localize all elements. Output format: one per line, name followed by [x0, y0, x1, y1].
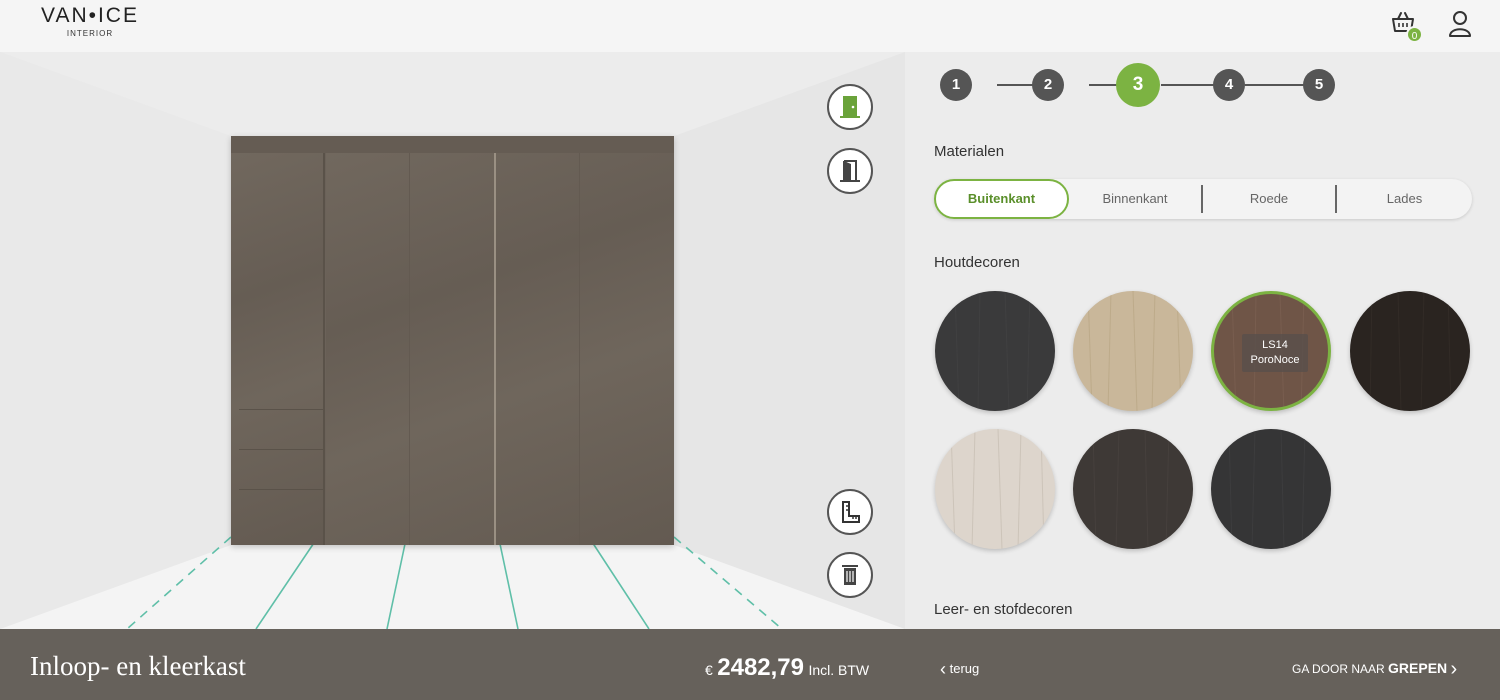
tab-roede[interactable]: Roede [1203, 179, 1335, 219]
tab-binnenkant[interactable]: Binnenkant [1069, 179, 1201, 219]
wardrobe-top-panel [231, 136, 674, 153]
logo-text: VAN•ICE [41, 4, 139, 27]
options-panel: 1 2 3 4 5 Materialen Buitenkant Binnenka… [905, 52, 1500, 629]
user-icon [1449, 11, 1471, 37]
material-tabs: Buitenkant Binnenkant Roede Lades [934, 179, 1472, 219]
step-1[interactable]: 1 [940, 69, 972, 101]
wood-swatch[interactable] [1073, 291, 1193, 411]
footer-bar: Inloop- en kleerkast € 2482,79 Incl. BTW… [0, 629, 1500, 700]
open-door-icon [840, 160, 860, 182]
door-gap [494, 153, 496, 545]
step-5[interactable]: 5 [1303, 69, 1335, 101]
wood-grain [1228, 429, 1306, 549]
door-seam [579, 153, 580, 545]
wood-grain [1087, 291, 1182, 411]
door-icon [840, 96, 860, 118]
wood-swatch[interactable] [1211, 429, 1331, 549]
next-prefix: GA DOOR NAAR [1292, 662, 1385, 676]
header: VAN•ICE INTERIOR 0 [0, 0, 1500, 52]
wardrobe-section [326, 153, 674, 545]
step-indicator: 1 2 3 4 5 [940, 60, 1340, 110]
logo-subtext: INTERIOR [66, 29, 114, 38]
step-connector [1245, 84, 1307, 86]
product-title: Inloop- en kleerkast [30, 651, 246, 681]
ruler-icon [842, 501, 860, 523]
tooltip-name: PoroNoce [1250, 354, 1300, 366]
cart-count-badge: 0 [1406, 26, 1423, 43]
next-target: GREPEN [1388, 660, 1448, 676]
logo[interactable]: VAN•ICE INTERIOR [30, 4, 150, 38]
wood-swatch[interactable] [935, 291, 1055, 411]
chevron-right-icon: › [1450, 658, 1458, 680]
trash-icon [842, 565, 858, 585]
drawer-line [239, 449, 323, 450]
back-label: terug [949, 661, 980, 676]
materials-heading: Materialen [934, 143, 1005, 160]
cart-button[interactable]: 0 [1390, 10, 1423, 43]
back-button[interactable]: ‹ terug [940, 659, 979, 680]
leather-decors-heading: Leer- en stofdecoren [934, 601, 1073, 618]
wardrobe-section [231, 153, 324, 545]
wood-swatch[interactable] [935, 429, 1055, 549]
open-door-button[interactable] [827, 148, 873, 194]
wood-swatch[interactable] [1073, 429, 1193, 549]
price-display: € 2482,79 Incl. BTW [705, 654, 869, 682]
step-connector [1161, 84, 1215, 86]
wood-swatch[interactable] [1350, 291, 1470, 411]
vat-note: Incl. BTW [808, 662, 870, 678]
tooltip-code: LS14 [1262, 339, 1288, 351]
swatch-tooltip: LS14 PoroNoce [1242, 334, 1308, 372]
currency-symbol: € [705, 662, 713, 678]
drawer-line [239, 489, 323, 490]
door-seam [409, 153, 410, 545]
configurator-viewer[interactable] [0, 52, 905, 629]
wood-grain [1092, 429, 1170, 549]
dimensions-button[interactable] [827, 489, 873, 535]
wood-grain [954, 291, 1031, 411]
chevron-left-icon: ‹ [940, 659, 946, 679]
wardrobe-divider [323, 153, 325, 545]
wood-swatch-selected[interactable]: LS14 PoroNoce [1211, 291, 1331, 411]
wood-decors-heading: Houtdecoren [934, 254, 1020, 271]
next-button[interactable]: GA DOOR NAAR GREPEN › [1292, 658, 1457, 681]
tab-lades[interactable]: Lades [1337, 179, 1472, 219]
step-3[interactable]: 3 [1116, 63, 1160, 107]
wardrobe-model[interactable] [231, 136, 674, 545]
tab-buitenkant[interactable]: Buitenkant [934, 179, 1069, 219]
price-amount: 2482,79 [717, 654, 805, 681]
step-2[interactable]: 2 [1032, 69, 1064, 101]
door-view-button[interactable] [827, 84, 873, 130]
delete-button[interactable] [827, 552, 873, 598]
drawer-line [239, 409, 323, 410]
wood-grain [950, 429, 1045, 549]
step-4[interactable]: 4 [1213, 69, 1245, 101]
account-button[interactable] [1448, 10, 1472, 38]
wood-grain [1369, 291, 1452, 411]
